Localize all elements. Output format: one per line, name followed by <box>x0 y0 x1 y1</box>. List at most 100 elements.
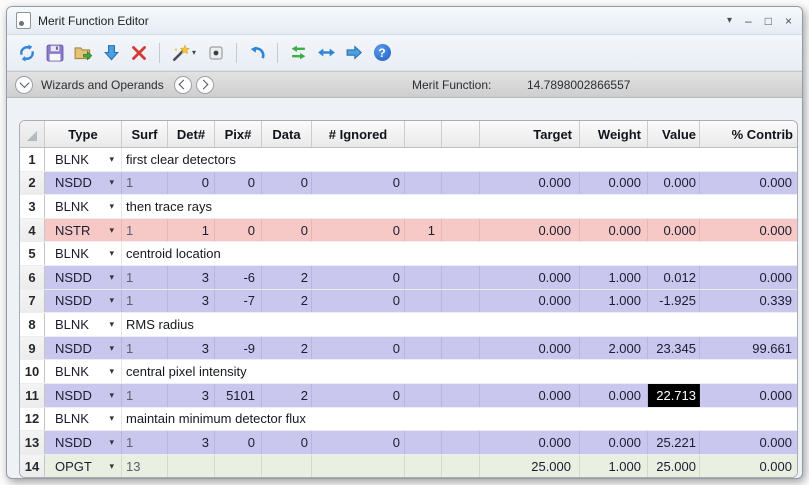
type-cell[interactable]: NSTR ▾ <box>45 218 122 242</box>
ignored-cell[interactable]: 0 <box>312 336 405 360</box>
contrib-cell[interactable]: 0.339 <box>700 289 797 313</box>
data-cell[interactable]: 2 <box>262 289 312 313</box>
window-menu-caret-icon[interactable]: ▾ <box>727 15 732 26</box>
surf-cell[interactable]: 1 <box>122 171 168 195</box>
data-cell[interactable]: 0 <box>262 171 312 195</box>
row-number[interactable]: 10 <box>20 360 45 383</box>
x1-cell[interactable]: 1 <box>405 218 442 242</box>
type-cell[interactable]: BLNK ▾ <box>45 148 122 171</box>
comment-cell[interactable]: RMS radius <box>122 313 797 336</box>
data-cell[interactable]: 2 <box>262 265 312 289</box>
x1-cell[interactable] <box>405 431 442 454</box>
target-cell[interactable]: 25.000 <box>480 454 580 478</box>
type-dropdown-caret-icon[interactable]: ▾ <box>109 343 114 354</box>
det-cell[interactable]: 1 <box>168 218 215 242</box>
det-cell[interactable]: 3 <box>168 431 215 454</box>
detector-viewer-button[interactable] <box>204 40 228 66</box>
load-button[interactable] <box>71 40 95 66</box>
type-cell[interactable]: BLNK ▾ <box>45 242 122 265</box>
type-cell[interactable]: NSDD ▾ <box>45 383 122 407</box>
row-number[interactable]: 9 <box>20 336 45 360</box>
type-dropdown-caret-icon[interactable]: ▾ <box>109 437 114 448</box>
surf-cell[interactable]: 1 <box>122 336 168 360</box>
weight-cell[interactable]: 0.000 <box>580 431 648 454</box>
maximize-button[interactable]: □ <box>765 15 772 27</box>
data-cell[interactable]: 0 <box>262 431 312 454</box>
type-dropdown-caret-icon[interactable]: ▾ <box>109 154 114 165</box>
x1-cell[interactable] <box>405 383 442 407</box>
surf-cell[interactable]: 1 <box>122 289 168 313</box>
contrib-cell[interactable]: 0.000 <box>700 454 797 478</box>
weight-cell[interactable]: 1.000 <box>580 265 648 289</box>
type-dropdown-caret-icon[interactable]: ▾ <box>109 390 114 401</box>
comment-cell[interactable]: then trace rays <box>122 195 797 218</box>
type-cell[interactable]: BLNK ▾ <box>45 195 122 218</box>
weight-cell[interactable]: 2.000 <box>580 336 648 360</box>
type-dropdown-caret-icon[interactable]: ▾ <box>109 461 114 472</box>
ignored-cell[interactable]: 0 <box>312 431 405 454</box>
type-cell[interactable]: BLNK ▾ <box>45 407 122 431</box>
comment-cell[interactable]: maintain minimum detector flux <box>122 407 797 431</box>
x2-cell[interactable] <box>442 383 480 407</box>
row-number[interactable]: 8 <box>20 313 45 336</box>
type-dropdown-caret-icon[interactable]: ▾ <box>109 201 114 212</box>
weight-cell[interactable]: 0.000 <box>580 171 648 195</box>
target-cell[interactable]: 0.000 <box>480 431 580 454</box>
target-cell[interactable]: 0.000 <box>480 265 580 289</box>
ignored-cell[interactable]: 0 <box>312 289 405 313</box>
x2-cell[interactable] <box>442 265 480 289</box>
det-cell[interactable] <box>168 454 215 478</box>
row-number[interactable]: 1 <box>20 148 45 171</box>
type-cell[interactable]: NSDD ▾ <box>45 265 122 289</box>
prev-button[interactable] <box>173 75 192 94</box>
row-number[interactable]: 7 <box>20 289 45 313</box>
value-cell[interactable]: -1.925 <box>648 289 700 313</box>
swap-rows-button[interactable] <box>286 40 310 66</box>
help-button[interactable]: ? <box>370 40 394 66</box>
pix-cell[interactable]: -6 <box>215 265 262 289</box>
row-number[interactable]: 4 <box>20 218 45 242</box>
type-cell[interactable]: NSDD ▾ <box>45 336 122 360</box>
go-forward-button[interactable] <box>342 40 366 66</box>
weight-cell[interactable]: 1.000 <box>580 454 648 478</box>
row-number[interactable]: 6 <box>20 265 45 289</box>
det-cell[interactable]: 3 <box>168 289 215 313</box>
x1-cell[interactable] <box>405 454 442 478</box>
ignored-cell[interactable]: 0 <box>312 171 405 195</box>
target-cell[interactable]: 0.000 <box>480 289 580 313</box>
surf-cell[interactable]: 1 <box>122 265 168 289</box>
contrib-cell[interactable]: 99.661 <box>700 336 797 360</box>
insert-operand-button[interactable] <box>99 40 123 66</box>
save-button[interactable] <box>43 40 67 66</box>
comment-cell[interactable]: centroid location <box>122 242 797 265</box>
row-number[interactable]: 13 <box>20 431 45 454</box>
type-dropdown-caret-icon[interactable]: ▾ <box>109 319 114 330</box>
row-number[interactable]: 11 <box>20 383 45 407</box>
ignored-cell[interactable]: 0 <box>312 383 405 407</box>
pix-cell[interactable]: -9 <box>215 336 262 360</box>
surf-cell[interactable]: 1 <box>122 218 168 242</box>
type-dropdown-caret-icon[interactable]: ▾ <box>109 177 114 188</box>
pix-cell[interactable] <box>215 454 262 478</box>
contrib-cell[interactable]: 0.000 <box>700 265 797 289</box>
weight-cell[interactable]: 0.000 <box>580 383 648 407</box>
comment-cell[interactable]: central pixel intensity <box>122 360 797 383</box>
type-dropdown-caret-icon[interactable]: ▾ <box>109 225 114 236</box>
minimize-button[interactable]: – <box>745 15 752 27</box>
value-cell[interactable]: 23.345 <box>648 336 700 360</box>
pix-cell[interactable]: -7 <box>215 289 262 313</box>
row-number[interactable]: 12 <box>20 407 45 431</box>
x1-cell[interactable] <box>405 336 442 360</box>
undo-button[interactable] <box>245 40 269 66</box>
det-cell[interactable]: 3 <box>168 265 215 289</box>
x2-cell[interactable] <box>442 431 480 454</box>
type-cell[interactable]: NSDD ▾ <box>45 431 122 454</box>
target-cell[interactable]: 0.000 <box>480 171 580 195</box>
value-cell[interactable]: 0.012 <box>648 265 700 289</box>
x2-cell[interactable] <box>442 336 480 360</box>
type-cell[interactable]: BLNK ▾ <box>45 360 122 383</box>
contrib-cell[interactable]: 0.000 <box>700 431 797 454</box>
value-cell[interactable]: 0.000 <box>648 171 700 195</box>
surf-cell[interactable]: 1 <box>122 431 168 454</box>
title-bar[interactable]: Merit Function Editor ▾ – □ × <box>7 7 802 35</box>
